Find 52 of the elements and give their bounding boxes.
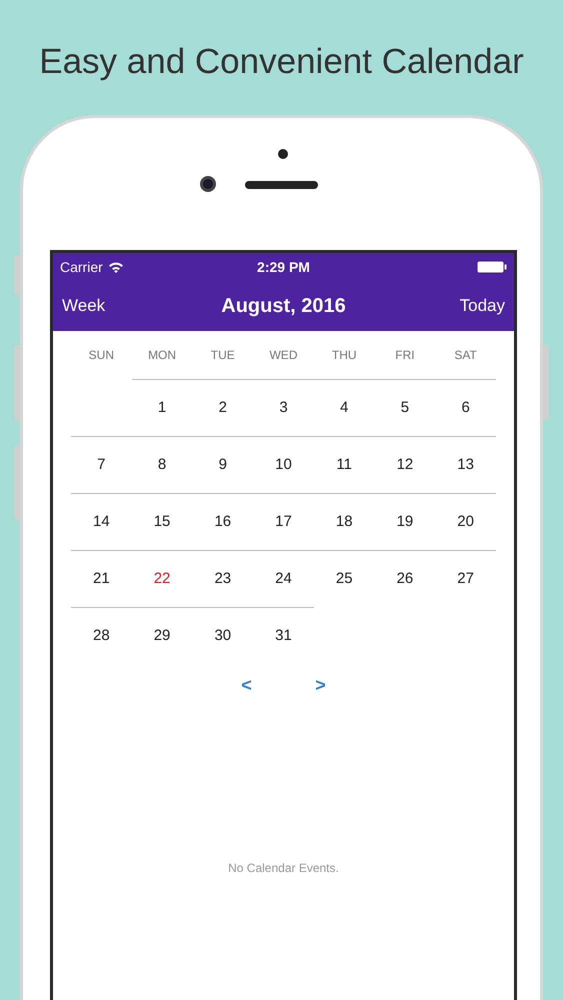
empty-message: No Calendar Events.	[228, 860, 339, 877]
day-number[interactable]: 8	[158, 454, 166, 476]
day-number[interactable]: 24	[275, 568, 292, 590]
weekday-label: MON	[148, 347, 176, 364]
day-number[interactable]: 19	[396, 510, 414, 534]
speaker-icon	[245, 181, 318, 189]
day-number[interactable]: 9	[218, 454, 227, 476]
day-number[interactable]: 29	[154, 624, 170, 648]
day-number[interactable]: 26	[396, 568, 414, 590]
day-number[interactable]: 31	[275, 624, 292, 648]
next-month-button[interactable]: >	[308, 672, 332, 699]
day-number[interactable]: 18	[336, 510, 353, 534]
today-button[interactable]: Today	[414, 293, 505, 319]
weekday-label: SAT	[454, 347, 477, 364]
day-number[interactable]: 2	[218, 396, 227, 420]
headline: Easy and Convenient Calendar	[39, 41, 524, 83]
day-number[interactable]: 14	[93, 510, 110, 534]
status-time: 2:29 PM	[257, 258, 310, 276]
weekday-label: TUE	[210, 347, 235, 364]
camera-icon	[200, 176, 216, 192]
day-number[interactable]: 28	[93, 624, 110, 648]
day-number[interactable]: 15	[154, 510, 170, 534]
day-number[interactable]: 1	[158, 396, 166, 420]
day-number[interactable]: 21	[93, 568, 110, 590]
previous-month-button[interactable]: <	[234, 672, 258, 699]
wifi-icon	[108, 261, 124, 273]
day-number[interactable]: 5	[400, 396, 410, 420]
day-number[interactable]: 17	[275, 510, 292, 534]
month-title: August, 2016	[221, 294, 346, 319]
day-number[interactable]: 6	[461, 396, 470, 420]
weekday-label: SUN	[88, 347, 114, 364]
day-number[interactable]: 16	[214, 510, 232, 534]
weekday-label: FRI	[395, 347, 415, 364]
day-number[interactable]: 22	[154, 568, 170, 590]
weekday-label: WED	[269, 347, 298, 364]
day-number[interactable]: 23	[214, 568, 232, 590]
weekday-label: THU	[332, 347, 357, 364]
sensor-icon	[278, 149, 288, 159]
day-number[interactable]: 10	[275, 454, 292, 476]
day-number[interactable]: 11	[336, 454, 352, 476]
day-number[interactable]: 3	[279, 396, 288, 420]
week-button[interactable]: Week	[62, 293, 152, 319]
day-number[interactable]: 30	[214, 624, 232, 648]
battery-icon	[476, 261, 507, 273]
day-number[interactable]: 12	[396, 454, 414, 476]
day-number[interactable]: 4	[340, 396, 348, 420]
day-number[interactable]: 20	[457, 510, 474, 534]
day-number[interactable]: 25	[336, 568, 353, 590]
day-number[interactable]: 13	[457, 454, 474, 476]
day-number[interactable]: 7	[97, 454, 106, 476]
day-number[interactable]: 27	[457, 568, 474, 590]
carrier-label: Carrier	[60, 258, 103, 276]
